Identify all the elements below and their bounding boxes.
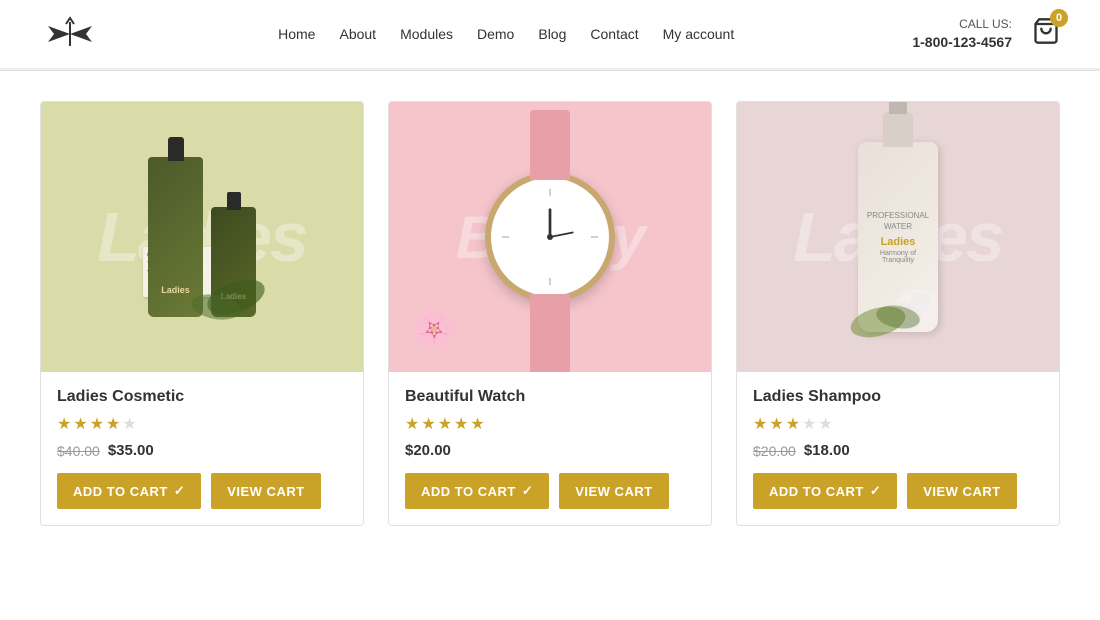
watch-btn-row: ADD TO CART ✓ VIEW CART: [405, 473, 695, 509]
star-5: ★: [122, 414, 136, 434]
site-logo[interactable]: [40, 14, 100, 54]
star-4: ★: [106, 414, 120, 434]
watch-product-info: Beautiful Watch ★ ★ ★ ★ ★ $20.00 ADD TO …: [389, 372, 711, 525]
shampoo-product-name: Ladies Shampoo: [753, 388, 1043, 406]
product-card-cosmetic: Ladies CHANGETHISTEXT Ladies Ladies: [40, 101, 364, 526]
product-card-shampoo: Ladies PROFESSIONALWATER Ladies Harmony …: [736, 101, 1060, 526]
shampoo-price: $20.00 $18.00: [753, 442, 1043, 459]
phone-number: 1-800-123-4567: [912, 33, 1012, 53]
watch-face: [485, 172, 615, 302]
star-1: ★: [57, 414, 71, 434]
shampoo-original-price: $20.00: [753, 443, 796, 459]
star-2: ★: [421, 414, 435, 434]
star-4: ★: [802, 414, 816, 434]
cosmetic-image-mockup: CHANGETHISTEXT Ladies Ladies: [128, 137, 276, 337]
checkmark-icon: ✓: [522, 483, 533, 499]
product-card-watch: Beauty: [388, 101, 712, 526]
checkmark-icon: ✓: [174, 483, 185, 499]
nav-account[interactable]: My account: [663, 26, 735, 42]
star-3: ★: [90, 414, 104, 434]
star-3: ★: [438, 414, 452, 434]
watch-product-name: Beautiful Watch: [405, 388, 695, 406]
star-1: ★: [753, 414, 767, 434]
watch-price: $20.00: [405, 442, 695, 459]
cosmetic-stars: ★ ★ ★ ★ ★: [57, 414, 347, 434]
nav-demo[interactable]: Demo: [477, 26, 514, 42]
cosmetic-view-cart-button[interactable]: VIEW CART: [211, 473, 320, 509]
shampoo-sale-price: $18.00: [804, 442, 850, 459]
call-us-info: CALL US: 1-800-123-4567: [912, 16, 1012, 52]
watch-image-mockup: [485, 102, 615, 372]
star-3: ★: [786, 414, 800, 434]
star-1: ★: [405, 414, 419, 434]
star-4: ★: [454, 414, 468, 434]
cart-count-badge: 0: [1050, 9, 1068, 27]
shampoo-stars: ★ ★ ★ ★ ★: [753, 414, 1043, 434]
cosmetic-btn-row: ADD TO CART ✓ VIEW CART: [57, 473, 347, 509]
watch-strap-bottom: [530, 294, 570, 372]
cosmetic-product-info: Ladies Cosmetic ★ ★ ★ ★ ★ $40.00 $35.00 …: [41, 372, 363, 525]
star-2: ★: [769, 414, 783, 434]
nav-modules[interactable]: Modules: [400, 26, 453, 42]
cosmetic-sale-price: $35.00: [108, 442, 154, 459]
watch-strap-top: [530, 110, 570, 180]
watch-view-cart-button[interactable]: VIEW CART: [559, 473, 668, 509]
nav-blog[interactable]: Blog: [538, 26, 566, 42]
star-5: ★: [470, 414, 484, 434]
products-grid: Ladies CHANGETHISTEXT Ladies Ladies: [40, 101, 1060, 526]
product-image-shampoo: Ladies PROFESSIONALWATER Ladies Harmony …: [737, 102, 1059, 372]
header-right: CALL US: 1-800-123-4567 0: [912, 16, 1060, 52]
star-2: ★: [73, 414, 87, 434]
star-5: ★: [818, 414, 832, 434]
cosmetic-add-to-cart-button[interactable]: ADD TO CART ✓: [57, 473, 201, 509]
flower-decoration: 🌸: [409, 305, 459, 352]
watch-sale-price: $20.00: [405, 442, 451, 459]
shampoo-view-cart-button[interactable]: VIEW CART: [907, 473, 1016, 509]
nav-contact[interactable]: Contact: [590, 26, 638, 42]
watch-stars: ★ ★ ★ ★ ★: [405, 414, 695, 434]
cosmetic-original-price: $40.00: [57, 443, 100, 459]
shampoo-image-mockup: PROFESSIONALWATER Ladies Harmony of Tran…: [838, 122, 958, 352]
main-nav: Home About Modules Demo Blog Contact My …: [278, 26, 734, 42]
site-header: Home About Modules Demo Blog Contact My …: [0, 0, 1100, 70]
watch-add-to-cart-button[interactable]: ADD TO CART ✓: [405, 473, 549, 509]
checkmark-icon: ✓: [870, 483, 881, 499]
leaf-decoration: [186, 267, 266, 327]
cosmetic-product-name: Ladies Cosmetic: [57, 388, 347, 406]
product-image-watch: Beauty: [389, 102, 711, 372]
call-us-label: CALL US:: [912, 16, 1012, 33]
shampoo-add-to-cart-button[interactable]: ADD TO CART ✓: [753, 473, 897, 509]
products-section: Ladies CHANGETHISTEXT Ladies Ladies: [0, 71, 1100, 556]
nav-about[interactable]: About: [339, 26, 376, 42]
cart-button[interactable]: 0: [1032, 17, 1060, 50]
shampoo-btn-row: ADD TO CART ✓ VIEW CART: [753, 473, 1043, 509]
product-image-cosmetic: Ladies CHANGETHISTEXT Ladies Ladies: [41, 102, 363, 372]
shampoo-leaves-deco: [848, 282, 928, 342]
nav-home[interactable]: Home: [278, 26, 315, 42]
cosmetic-price: $40.00 $35.00: [57, 442, 347, 459]
shampoo-product-info: Ladies Shampoo ★ ★ ★ ★ ★ $20.00 $18.00 A…: [737, 372, 1059, 525]
